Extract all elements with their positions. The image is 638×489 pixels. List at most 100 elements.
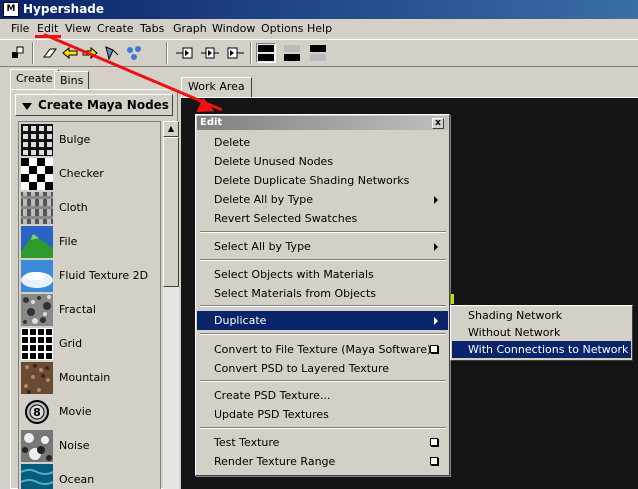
svg-text:8: 8 (33, 406, 41, 419)
tab-bins[interactable]: Bins (54, 71, 90, 89)
fluid-texture-swatch-icon (21, 260, 53, 292)
menu-separator (200, 333, 446, 335)
menu-file[interactable]: File (11, 22, 29, 35)
node-list-scrollbar[interactable]: ▲ (163, 121, 179, 489)
menu-item-create-psd-texture[interactable]: Create PSD Texture... (197, 386, 448, 405)
menu-item-revert-selected-swatches[interactable]: Revert Selected Swatches (197, 209, 448, 228)
menu-item-label: Render Texture Range (214, 455, 336, 468)
layout-top-icon[interactable] (256, 43, 276, 63)
layout-bottom-icon[interactable] (282, 43, 302, 63)
menu-options[interactable]: Options (261, 22, 303, 35)
menu-separator (200, 259, 446, 261)
toolbar-separator (250, 42, 252, 64)
mountain-swatch-icon (21, 362, 53, 394)
node-item-fluid-texture-2d[interactable]: Fluid Texture 2D (21, 260, 160, 294)
node-list: Bulge Checker Cloth File Fluid Texture 2… (18, 121, 161, 489)
file-swatch-icon (21, 226, 53, 258)
window-title: Hypershade (23, 2, 105, 16)
toolbar (0, 39, 638, 67)
node-item-noise[interactable]: Noise (21, 430, 160, 464)
menu-item-delete-duplicate-shading-networks[interactable]: Delete Duplicate Shading Networks (197, 171, 448, 190)
menu-item-label: Update PSD Textures (214, 408, 329, 421)
grid-swatch-icon (21, 328, 53, 360)
node-icon[interactable] (8, 43, 28, 63)
option-box-icon[interactable] (430, 345, 438, 353)
menu-view[interactable]: View (65, 22, 91, 35)
option-box-icon[interactable] (430, 438, 438, 446)
node-label: Checker (59, 167, 104, 180)
node-item-checker[interactable]: Checker (21, 158, 160, 192)
submenu-item-without-network[interactable]: Without Network (452, 324, 631, 341)
menu-item-convert-to-file-texture[interactable]: Convert to File Texture (Maya Software) (197, 340, 448, 359)
menu-item-render-texture-range[interactable]: Render Texture Range (197, 452, 448, 471)
menu-item-delete-unused-nodes[interactable]: Delete Unused Nodes (197, 152, 448, 171)
noise-swatch-icon (21, 430, 53, 462)
fractal-swatch-icon (21, 294, 53, 326)
cloth-swatch-icon (21, 192, 53, 224)
menu-item-test-texture[interactable]: Test Texture (197, 433, 448, 452)
submenu-arrow-icon (434, 317, 438, 325)
node-item-mountain[interactable]: Mountain (21, 362, 160, 396)
node-label: Movie (59, 405, 92, 418)
node-label: Fractal (59, 303, 96, 316)
menu-separator (200, 231, 446, 233)
menu-item-update-psd-textures[interactable]: Update PSD Textures (197, 405, 448, 424)
menu-item-delete-all-by-type[interactable]: Delete All by Type (197, 190, 448, 209)
menu-item-label: Convert PSD to Layered Texture (214, 362, 390, 375)
toolbar-separator (32, 42, 34, 64)
menu-create[interactable]: Create (97, 22, 134, 35)
graph-upstream-icon[interactable] (174, 43, 194, 63)
node-item-fractal[interactable]: Fractal (21, 294, 160, 328)
node-item-cloth[interactable]: Cloth (21, 192, 160, 226)
node-item-file[interactable]: File (21, 226, 160, 260)
movie-swatch-icon: 8 (21, 396, 53, 428)
tab-work-area[interactable]: Work Area (181, 77, 252, 97)
title-bar: M Hypershade (0, 0, 638, 19)
collapse-triangle-icon (22, 103, 32, 110)
menu-item-select-objects-with-materials[interactable]: Select Objects with Materials (197, 265, 448, 284)
option-box-icon[interactable] (430, 457, 438, 465)
menu-item-select-all-by-type[interactable]: Select All by Type (197, 237, 448, 256)
submenu-arrow-icon (434, 243, 438, 251)
menu-separator (200, 380, 446, 382)
menu-help[interactable]: Help (307, 22, 332, 35)
menu-item-delete[interactable]: Delete (197, 133, 448, 152)
menu-separator (200, 427, 446, 429)
submenu-arrow-icon (434, 196, 438, 204)
menu-item-label: Select All by Type (214, 240, 311, 253)
scroll-thumb[interactable] (163, 137, 179, 287)
menu-item-label: Delete All by Type (214, 193, 314, 206)
menu-item-label: Convert to File Texture (Maya Software) (214, 343, 432, 356)
menu-item-label: Test Texture (214, 436, 280, 449)
menu-item-convert-psd-to-layered-texture[interactable]: Convert PSD to Layered Texture (197, 359, 448, 378)
scroll-up-icon[interactable]: ▲ (163, 121, 179, 137)
close-icon[interactable]: x (432, 118, 444, 129)
node-item-grid[interactable]: Grid (21, 328, 160, 362)
menu-window[interactable]: Window (212, 22, 255, 35)
tab-create[interactable]: Create (10, 69, 59, 89)
eraser-icon[interactable] (40, 43, 60, 63)
menu-edit[interactable]: Edit (37, 22, 58, 35)
checker-swatch-icon (21, 158, 53, 190)
graph-input-output-icon[interactable] (200, 43, 220, 63)
node-label: Bulge (59, 133, 91, 146)
menu-tabs[interactable]: Tabs (140, 22, 164, 35)
menu-item-label: Delete (214, 136, 251, 149)
menu-item-duplicate[interactable]: Duplicate (197, 311, 448, 330)
menu-item-select-materials-from-objects[interactable]: Select Materials from Objects (197, 284, 448, 303)
graph-downstream-icon[interactable] (226, 43, 246, 63)
node-item-movie[interactable]: 8 Movie (21, 396, 160, 430)
submenu-item-with-connections-to-network[interactable]: With Connections to Network (452, 341, 631, 358)
ocean-swatch-icon (21, 464, 53, 489)
node-label: Mountain (59, 371, 111, 384)
create-maya-nodes-header[interactable]: Create Maya Nodes (15, 94, 173, 116)
submenu-item-shading-network[interactable]: Shading Network (452, 307, 631, 324)
graph-icon[interactable] (124, 43, 144, 63)
node-label: Ocean (59, 473, 95, 486)
menu-graph[interactable]: Graph (173, 22, 207, 35)
menu-item-label: Delete Unused Nodes (214, 155, 334, 168)
node-item-ocean[interactable]: Ocean (21, 464, 160, 489)
node-item-bulge[interactable]: Bulge (21, 124, 160, 158)
edit-menu: Edit x Delete Delete Unused Nodes Delete… (195, 114, 450, 476)
layout-single-icon[interactable] (308, 43, 328, 63)
